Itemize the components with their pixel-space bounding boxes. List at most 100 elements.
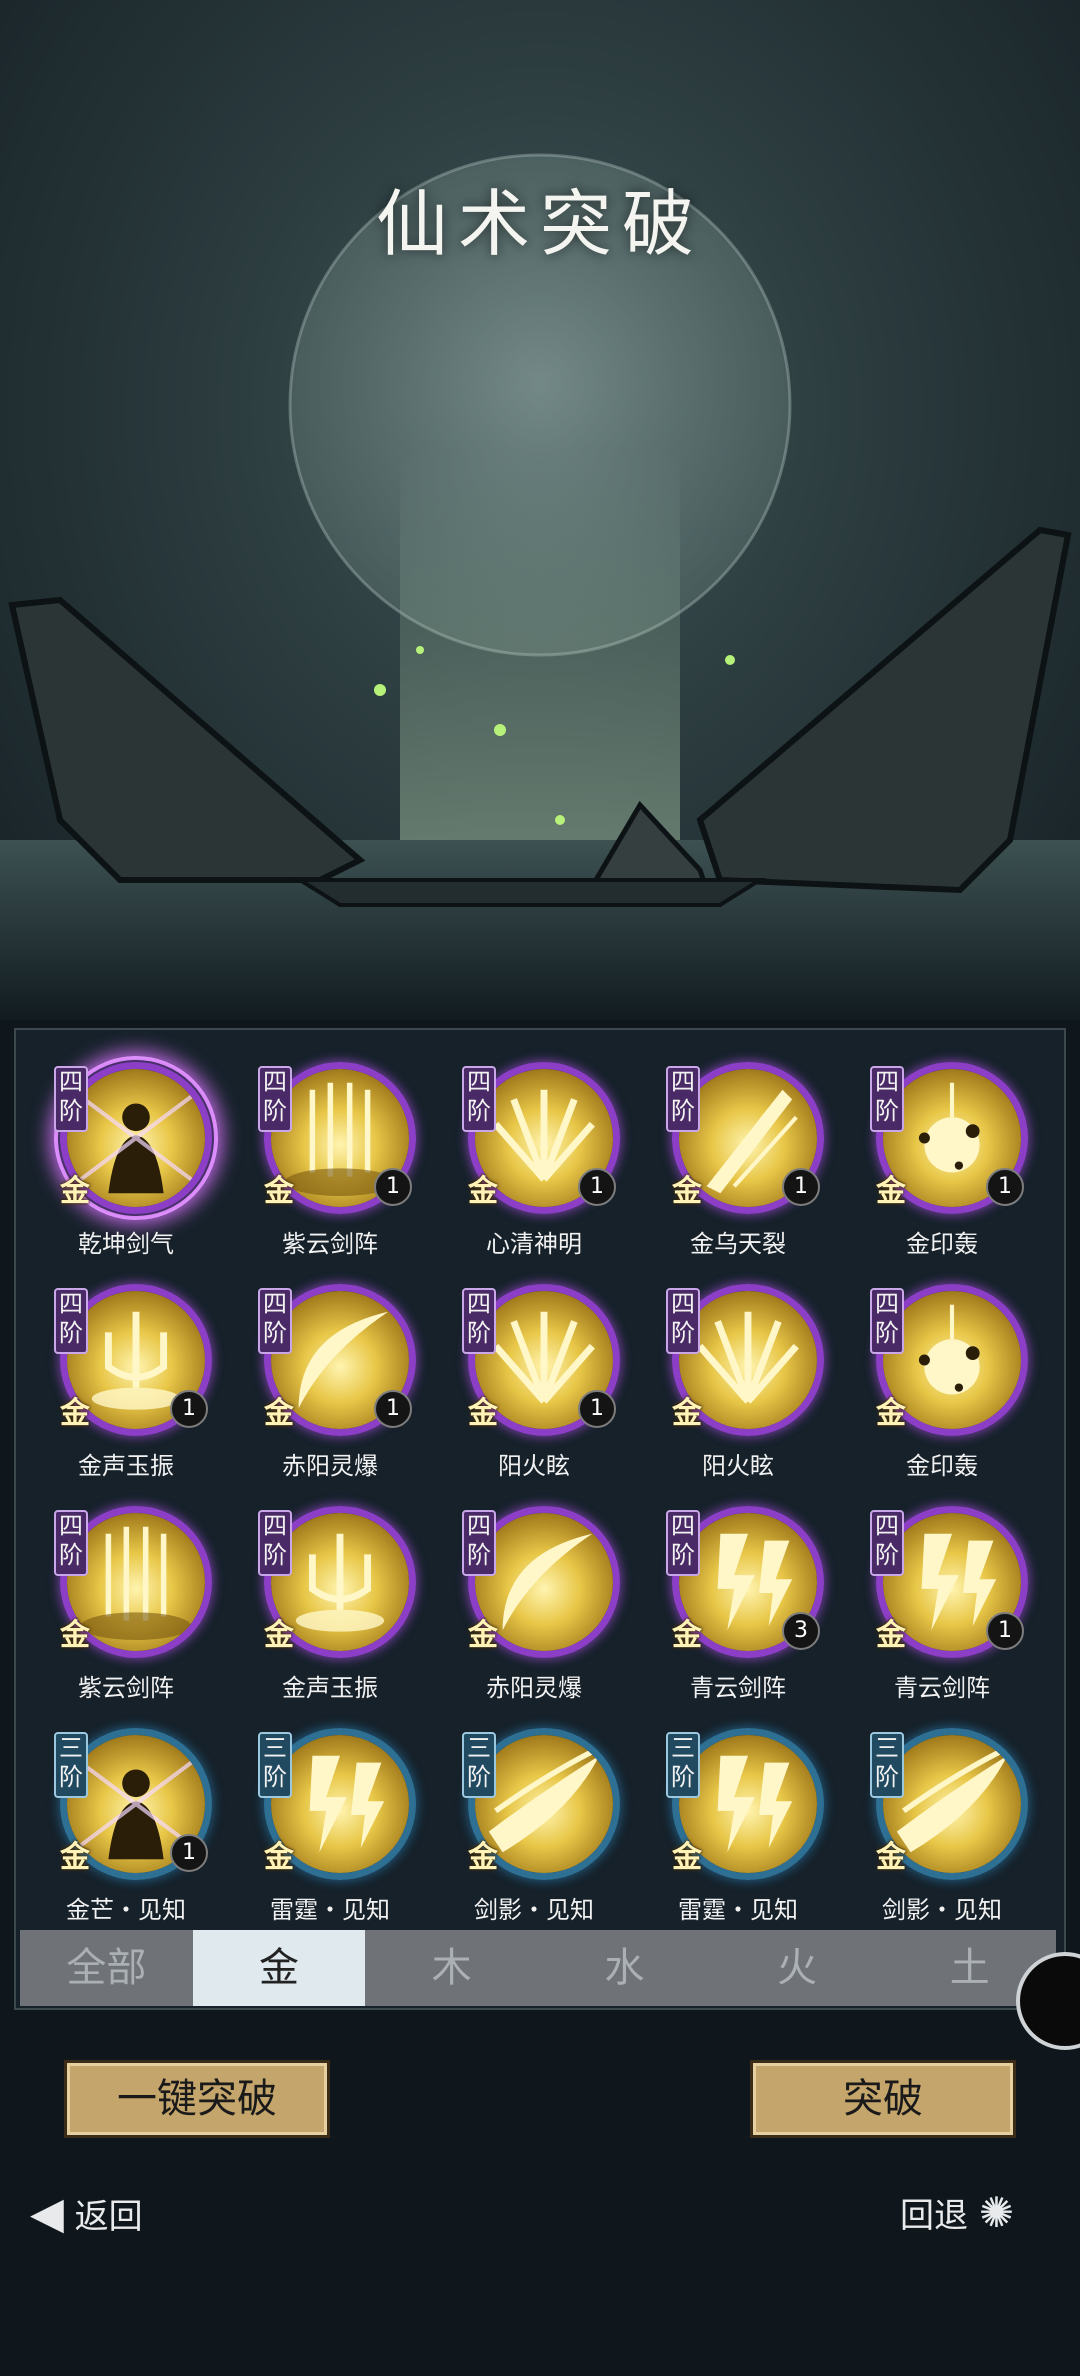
tier-badge: 四阶 — [258, 1510, 292, 1576]
tier-badge: 三阶 — [666, 1732, 700, 1798]
tab-1[interactable]: 金 — [192, 1930, 366, 2006]
skill-card[interactable]: 四阶 金 阳火眩 — [636, 1260, 840, 1482]
skill-name: 金声玉振 — [78, 1452, 174, 1480]
element-badge: 金 — [672, 1396, 702, 1431]
tier-badge: 四阶 — [54, 1510, 88, 1576]
element-badge: 金 — [60, 1174, 90, 1209]
count-badge: 1 — [170, 1390, 208, 1428]
skill-card[interactable]: 四阶 金 紫云剑阵 — [24, 1482, 228, 1704]
skill-name: 剑影・见知 — [474, 1896, 594, 1924]
skill-card[interactable]: 四阶 金 1 赤阳灵爆 — [228, 1260, 432, 1482]
skill-card[interactable]: 四阶 金 3 青云剑阵 — [636, 1482, 840, 1704]
element-badge: 金 — [264, 1618, 294, 1653]
element-badge: 金 — [468, 1840, 498, 1875]
skill-name: 乾坤剑气 — [78, 1230, 174, 1258]
skill-name: 青云剑阵 — [690, 1674, 786, 1702]
tier-badge: 四阶 — [462, 1288, 496, 1354]
undo-button[interactable]: 回退 ✺ — [900, 2188, 1014, 2237]
back-label: 返回 — [74, 2197, 143, 2237]
skill-card[interactable]: 四阶 金 赤阳灵爆 — [432, 1482, 636, 1704]
back-button[interactable]: ◀ 返回 — [30, 2188, 143, 2239]
count-badge: 3 — [782, 1612, 820, 1650]
skill-card[interactable]: 四阶 金 1 心清神明 — [432, 1038, 636, 1260]
tab-2[interactable]: 木 — [365, 1930, 538, 2006]
tier-badge: 四阶 — [54, 1288, 88, 1354]
count-badge: 1 — [986, 1612, 1024, 1650]
tier-badge: 四阶 — [258, 1066, 292, 1132]
element-badge: 金 — [468, 1618, 498, 1653]
tier-badge: 四阶 — [462, 1510, 496, 1576]
skill-card[interactable]: 三阶 金 剑影・见知 — [432, 1704, 636, 1926]
element-badge: 金 — [60, 1840, 90, 1875]
count-badge: 1 — [374, 1168, 412, 1206]
skill-name: 青云剑阵 — [894, 1674, 990, 1702]
auto-break-button[interactable]: 一键突破 — [64, 2060, 330, 2138]
element-badge: 金 — [672, 1618, 702, 1653]
tab-3[interactable]: 水 — [538, 1930, 711, 2006]
left-rock — [8, 596, 366, 883]
element-badge: 金 — [264, 1840, 294, 1875]
skill-name: 金声玉振 — [282, 1674, 378, 1702]
tier-badge: 三阶 — [54, 1732, 88, 1798]
element-tabs: 全部金木水火土 — [20, 1930, 1056, 2006]
skill-card[interactable]: 四阶 金 1 金印轰 — [840, 1038, 1044, 1260]
skill-name: 紫云剑阵 — [282, 1230, 378, 1258]
skill-card[interactable]: 四阶 金 乾坤剑气 — [24, 1038, 228, 1260]
count-badge: 1 — [374, 1390, 412, 1428]
skill-name: 心清神明 — [486, 1230, 582, 1258]
skill-name: 阳火眩 — [498, 1452, 570, 1480]
element-badge: 金 — [264, 1396, 294, 1431]
tier-badge: 四阶 — [666, 1510, 700, 1576]
skill-card[interactable]: 三阶 金 剑影・见知 — [840, 1704, 1044, 1926]
count-badge: 1 — [170, 1834, 208, 1872]
skill-name: 赤阳灵爆 — [282, 1452, 378, 1480]
skill-name: 金印轰 — [906, 1452, 978, 1480]
element-badge: 金 — [264, 1174, 294, 1209]
back-arrow-icon: ◀ — [30, 2188, 64, 2239]
skill-name: 赤阳灵爆 — [486, 1674, 582, 1702]
skill-card[interactable]: 三阶 金 1 金芒・见知 — [24, 1704, 228, 1926]
skill-card[interactable]: 四阶 金 金声玉振 — [228, 1482, 432, 1704]
right-rock — [696, 526, 1072, 894]
tier-badge: 四阶 — [666, 1066, 700, 1132]
skill-card[interactable]: 四阶 金 1 阳火眩 — [432, 1260, 636, 1482]
tab-4[interactable]: 火 — [711, 1930, 884, 2006]
tier-badge: 四阶 — [870, 1510, 904, 1576]
skill-name: 雷霆・见知 — [678, 1896, 798, 1924]
element-badge: 金 — [672, 1174, 702, 1209]
element-badge: 金 — [468, 1396, 498, 1431]
element-badge: 金 — [876, 1174, 906, 1209]
break-button[interactable]: 突破 — [750, 2060, 1016, 2138]
undo-label: 回退 — [900, 2196, 968, 2236]
skill-grid: 四阶 金 乾坤剑气 四阶 金 1 紫云剑阵 四阶 金 1 心清神明 四阶 金 1… — [24, 1038, 1054, 1926]
tab-0[interactable]: 全部 — [20, 1930, 193, 2006]
skill-name: 金乌天裂 — [690, 1230, 786, 1258]
skill-name: 金印轰 — [906, 1230, 978, 1258]
skill-card[interactable]: 三阶 金 雷霆・见知 — [636, 1704, 840, 1926]
tier-badge: 三阶 — [462, 1732, 496, 1798]
skill-name: 剑影・见知 — [882, 1896, 1002, 1924]
element-badge: 金 — [876, 1840, 906, 1875]
skill-panel: 四阶 金 乾坤剑气 四阶 金 1 紫云剑阵 四阶 金 1 心清神明 四阶 金 1… — [14, 1028, 1066, 2010]
tier-badge: 三阶 — [870, 1732, 904, 1798]
skill-card[interactable]: 四阶 金 1 青云剑阵 — [840, 1482, 1044, 1704]
background-scene: 仙术突破 — [0, 0, 1080, 1020]
page-title: 仙术突破 — [375, 182, 704, 266]
skill-card[interactable]: 四阶 金 1 金乌天裂 — [636, 1038, 840, 1260]
skill-card[interactable]: 四阶 金 金印轰 — [840, 1260, 1044, 1482]
count-badge: 1 — [986, 1168, 1024, 1206]
skill-card[interactable]: 四阶 金 1 金声玉振 — [24, 1260, 228, 1482]
element-badge: 金 — [876, 1396, 906, 1431]
tier-badge: 四阶 — [870, 1288, 904, 1354]
tier-badge: 四阶 — [666, 1288, 700, 1354]
skill-card[interactable]: 四阶 金 1 紫云剑阵 — [228, 1038, 432, 1260]
undo-swirl-icon: ✺ — [978, 2188, 1015, 2237]
skill-name: 阳火眩 — [702, 1452, 774, 1480]
skill-card[interactable]: 三阶 金 雷霆・见知 — [228, 1704, 432, 1926]
tier-badge: 三阶 — [258, 1732, 292, 1798]
skill-name: 金芒・见知 — [66, 1896, 186, 1924]
tier-badge: 四阶 — [54, 1066, 88, 1132]
count-badge: 1 — [578, 1168, 616, 1206]
element-badge: 金 — [60, 1618, 90, 1653]
tier-badge: 四阶 — [870, 1066, 904, 1132]
